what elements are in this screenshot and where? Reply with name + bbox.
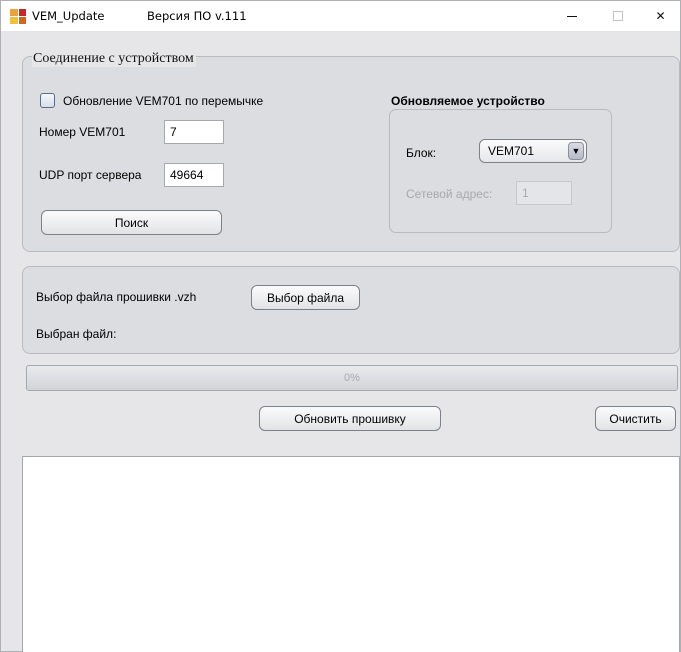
maximize-button[interactable] <box>595 1 641 31</box>
software-version: Версия ПО v.111 <box>147 9 247 23</box>
network-address-input <box>516 181 572 205</box>
udp-port-input[interactable] <box>164 163 224 187</box>
log-output[interactable] <box>22 456 680 652</box>
device-panel <box>389 109 612 233</box>
minimize-icon <box>567 15 577 17</box>
choose-file-button[interactable]: Выбор файла <box>251 285 360 310</box>
clear-button[interactable]: Очистить <box>595 406 676 431</box>
jumper-update-checkbox[interactable] <box>40 93 55 108</box>
update-progress-bar: 0% <box>26 365 678 391</box>
udp-port-label: UDP порт сервера <box>39 168 142 182</box>
device-panel-title: Обновляемое устройство <box>391 94 545 108</box>
connection-panel-title: Соединение с устройством <box>32 51 196 67</box>
network-address-label: Сетевой адрес: <box>406 187 493 201</box>
maximize-icon <box>613 11 623 21</box>
selected-file-label: Выбран файл: <box>36 327 117 341</box>
close-icon: ✕ <box>655 9 666 23</box>
block-label: Блок: <box>406 146 437 160</box>
search-button[interactable]: Поиск <box>41 210 222 235</box>
firmware-file-label: Выбор файла прошивки .vzh <box>36 290 197 304</box>
vem-number-input[interactable] <box>164 120 224 144</box>
close-button[interactable]: ✕ <box>641 1 680 31</box>
block-select[interactable]: VEM701 ▼ <box>479 139 587 163</box>
title-bar[interactable]: VEM_Update Версия ПО v.111 ✕ <box>1 1 680 31</box>
update-firmware-button[interactable]: Обновить прошивку <box>259 406 441 431</box>
block-select-value: VEM701 <box>488 144 535 158</box>
chevron-down-icon[interactable]: ▼ <box>568 142 584 160</box>
progress-text: 0% <box>344 372 360 384</box>
app-icon <box>10 9 26 24</box>
jumper-update-label[interactable]: Обновление VEM701 по перемычке <box>63 94 263 108</box>
main-window: VEM_Update Версия ПО v.111 ✕ Соединение … <box>0 0 681 652</box>
minimize-button[interactable] <box>549 1 595 31</box>
window-title: VEM_Update <box>32 9 105 23</box>
vem-number-label: Номер VEM701 <box>39 125 126 139</box>
firmware-panel <box>22 266 680 354</box>
